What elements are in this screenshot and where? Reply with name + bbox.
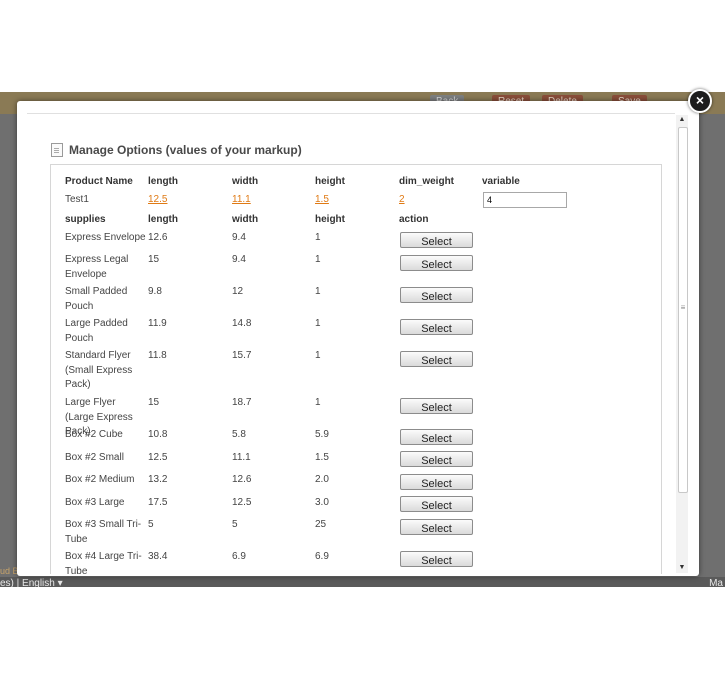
scrollbar-thumb[interactable]: ≡ (678, 127, 688, 493)
supply-name: Box #2 Medium (65, 474, 135, 485)
supply-name: Small Padded Pouch (65, 286, 128, 312)
select-button[interactable]: Select (400, 287, 473, 303)
product-name: Test1 (65, 194, 89, 205)
supplies-header: supplies (65, 214, 106, 225)
select-button[interactable]: Select (400, 451, 473, 467)
scroll-up-arrow-icon[interactable]: ▲ (676, 115, 688, 125)
width-header: width (232, 176, 259, 187)
supply-length: 10.8 (148, 429, 168, 440)
supply-name: Large Padded Pouch (65, 318, 128, 344)
supply-height: 25 (315, 519, 327, 530)
section-header: Manage Options (values of your markup) (51, 142, 302, 158)
height-header: height (315, 176, 345, 187)
supply-width: 11.1 (232, 452, 251, 463)
supply-width: 12.5 (232, 497, 252, 508)
manage-options-modal: Manage Options (values of your markup) P… (17, 101, 699, 576)
supply-height: 1 (315, 254, 321, 265)
document-icon (51, 143, 63, 157)
supply-height: 1 (315, 397, 321, 408)
select-button[interactable]: Select (400, 496, 473, 512)
scroll-down-arrow-icon[interactable]: ▼ (676, 563, 688, 573)
supply-name: Box #3 Small Tri-Tube (65, 519, 142, 545)
select-button[interactable]: Select (400, 319, 473, 335)
select-button[interactable]: Select (400, 519, 473, 535)
dim-weight-header: dim_weight (399, 176, 455, 187)
supply-name: Box #3 Large (65, 497, 125, 508)
supply-length: 12.5 (148, 452, 168, 463)
supply-height: 1 (315, 318, 321, 329)
options-table: Product Name length width height dim_wei… (50, 164, 662, 574)
supply-height: 6.9 (315, 551, 329, 562)
background-link: ud B (0, 566, 19, 576)
supply-width: 12 (232, 286, 244, 297)
locale-switcher: es) | English ▾ (0, 578, 63, 587)
select-button[interactable]: Select (400, 429, 473, 445)
supply-height: 1.5 (315, 452, 329, 463)
supply-height: 3.0 (315, 497, 329, 508)
product-name-header: Product Name (65, 176, 133, 187)
product-width-link[interactable]: 11.1 (232, 194, 251, 205)
supply-name: Express Envelope (65, 232, 146, 243)
supply-height: 1 (315, 350, 321, 361)
modal-content: Manage Options (values of your markup) P… (27, 113, 675, 574)
supply-length: 9.8 (148, 286, 162, 297)
section-title: Manage Options (values of your markup) (69, 143, 302, 157)
supply-length: 11.9 (148, 318, 167, 329)
select-button[interactable]: Select (400, 398, 473, 414)
supply-width: 9.4 (232, 254, 246, 265)
supplies-length-header: length (148, 214, 178, 225)
supply-name: Express Legal Envelope (65, 254, 129, 280)
supply-name: Box #4 Large Tri-Tube (65, 551, 142, 574)
supply-height: 5.9 (315, 429, 329, 440)
supply-height: 2.0 (315, 474, 329, 485)
select-button[interactable]: Select (400, 474, 473, 490)
supply-width: 12.6 (232, 474, 252, 485)
supply-width: 14.8 (232, 318, 252, 329)
supply-length: 15 (148, 254, 160, 265)
variable-input[interactable] (483, 192, 567, 208)
supply-width: 15.7 (232, 350, 252, 361)
supply-length: 12.6 (148, 232, 168, 243)
select-button[interactable]: Select (400, 351, 473, 367)
product-height-link[interactable]: 1.5 (315, 194, 329, 205)
supply-width: 6.9 (232, 551, 246, 562)
supply-length: 13.2 (148, 474, 168, 485)
supply-width: 5.8 (232, 429, 246, 440)
product-dim-weight-link[interactable]: 2 (399, 194, 405, 205)
select-button[interactable]: Select (400, 551, 473, 567)
supply-height: 1 (315, 286, 321, 297)
select-button[interactable]: Select (400, 232, 473, 248)
supply-width: 5 (232, 519, 238, 530)
supply-width: 18.7 (232, 397, 252, 408)
background-footer (0, 577, 725, 587)
supply-length: 38.4 (148, 551, 168, 562)
footer-brand: Ma (709, 578, 723, 587)
supply-length: 5 (148, 519, 154, 530)
modal-scrollbar[interactable]: ▲ ≡ ▼ (676, 115, 688, 573)
supply-length: 11.8 (148, 350, 167, 361)
supplies-width-header: width (232, 214, 259, 225)
supply-height: 1 (315, 232, 321, 243)
supply-name: Box #2 Cube (65, 429, 123, 440)
supplies-height-header: height (315, 214, 345, 225)
supply-length: 15 (148, 397, 160, 408)
variable-header: variable (482, 176, 520, 187)
length-header: length (148, 176, 178, 187)
scrollbar-grip-icon: ≡ (680, 303, 686, 312)
supply-width: 9.4 (232, 232, 246, 243)
supply-name: Box #2 Small (65, 452, 124, 463)
supplies-action-header: action (399, 214, 429, 225)
supply-name: Standard Flyer (Small Express Pack) (65, 350, 133, 390)
close-icon[interactable]: × (688, 89, 712, 113)
select-button[interactable]: Select (400, 255, 473, 271)
product-length-link[interactable]: 12.5 (148, 194, 167, 205)
supply-length: 17.5 (148, 497, 168, 508)
